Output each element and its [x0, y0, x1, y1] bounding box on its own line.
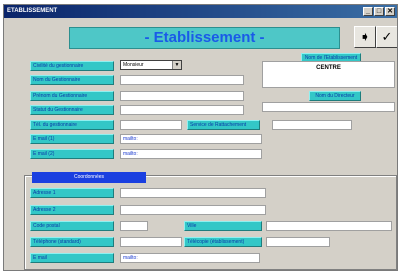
- page-title: - Etablissement -: [69, 27, 340, 49]
- nom-gestionnaire-field[interactable]: [120, 75, 244, 85]
- service-rattachement-label: Service de Rattachement: [187, 120, 260, 130]
- window-title-bar[interactable]: ETABLISSEMENT _ □ ✕: [4, 5, 397, 18]
- window-title: ETABLISSEMENT: [7, 8, 58, 14]
- prenom-gestionnaire-label: Prénom du Gestionnaire: [30, 91, 114, 101]
- coordonnees-title: Coordonnées: [32, 172, 146, 183]
- nom-directeur-label: Nom du Directeur: [309, 91, 361, 101]
- telecopie-field[interactable]: [266, 237, 330, 247]
- code-postal-label: Code postal: [30, 221, 114, 231]
- chevron-down-icon[interactable]: ▼: [172, 61, 181, 69]
- nom-etablissement-field[interactable]: CENTRE: [262, 61, 395, 88]
- adresse2-label: Adresse 2: [30, 205, 114, 215]
- tel-gestionnaire-label: Tél. du gestionnaire: [30, 120, 114, 130]
- close-button[interactable]: ✕: [385, 7, 395, 16]
- telephone-field[interactable]: [120, 237, 182, 247]
- ville-label: Ville: [184, 221, 262, 231]
- telephone-label: Téléphone (standard): [30, 237, 114, 247]
- validate-button[interactable]: ✓: [376, 26, 397, 48]
- next-record-button[interactable]: ➧: [354, 26, 376, 48]
- statut-gestionnaire-label: Statut du Gestionnaire: [30, 105, 114, 115]
- email-label: E mail: [30, 253, 114, 263]
- telecopie-label: Télécopie (établissement): [184, 237, 262, 247]
- email1-label: E mail (1): [30, 134, 114, 144]
- nom-directeur-field[interactable]: [262, 102, 395, 112]
- email-field[interactable]: mailto:: [120, 253, 260, 263]
- adresse1-label: Adresse 1: [30, 188, 114, 198]
- adresse2-field[interactable]: [120, 205, 266, 215]
- email1-field[interactable]: mailto:: [120, 134, 262, 144]
- email2-label: E mail (2): [30, 149, 114, 159]
- ville-field[interactable]: [266, 221, 392, 231]
- tel-gestionnaire-field[interactable]: [120, 120, 182, 130]
- checkmark-icon: ✓: [381, 29, 393, 44]
- statut-gestionnaire-field[interactable]: [120, 105, 244, 115]
- code-postal-field[interactable]: [120, 221, 148, 231]
- etablissement-window: ETABLISSEMENT _ □ ✕ - Etablissement - ➧ …: [3, 4, 398, 271]
- minimize-button[interactable]: _: [363, 7, 373, 16]
- maximize-button[interactable]: □: [374, 7, 384, 16]
- arrow-right-icon: ➧: [359, 29, 371, 44]
- email2-field[interactable]: mailto:: [120, 149, 262, 159]
- nom-gestionnaire-label: Nom du Gestionnaire: [30, 75, 114, 85]
- adresse1-field[interactable]: [120, 188, 266, 198]
- civilite-value: Monsieur: [123, 62, 144, 68]
- nom-etablissement-value: CENTRE: [316, 65, 341, 71]
- service-rattachement-field[interactable]: [272, 120, 352, 130]
- civilite-select[interactable]: Monsieur ▼: [120, 60, 182, 70]
- civilite-label: Civilité du gestionnaire: [30, 61, 114, 71]
- prenom-gestionnaire-field[interactable]: [120, 91, 244, 101]
